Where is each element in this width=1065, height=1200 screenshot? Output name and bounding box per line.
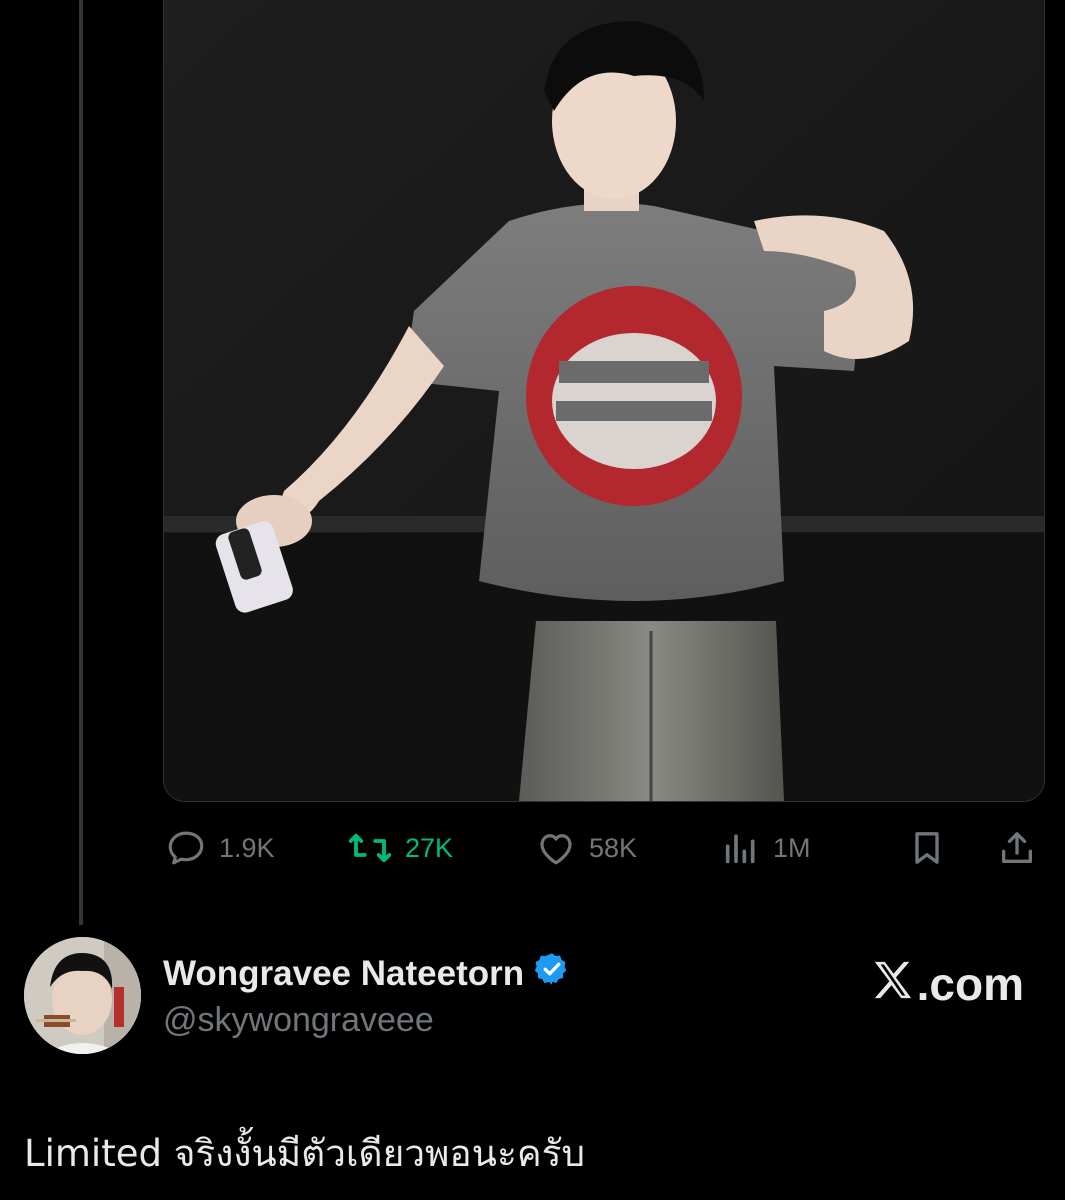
reply-button[interactable]: 1.9K bbox=[165, 822, 275, 874]
avatar[interactable] bbox=[24, 937, 141, 1054]
retweet-count: 27K bbox=[405, 832, 454, 863]
post-author: Wongravee Nateetorn @skywongraveee .com bbox=[24, 937, 1044, 1057]
views-button[interactable]: 1M bbox=[721, 822, 811, 874]
author-display-name: Wongravee Nateetorn bbox=[163, 953, 525, 993]
author-handle[interactable]: @skywongraveee bbox=[163, 1001, 434, 1040]
post-media-image[interactable] bbox=[163, 0, 1045, 802]
like-button[interactable]: 58K bbox=[535, 822, 637, 874]
x-brand-watermark: .com bbox=[871, 957, 1024, 1011]
share-button[interactable] bbox=[997, 822, 1037, 874]
like-count: 58K bbox=[589, 832, 638, 863]
post-action-bar: 1.9K 27K 58K 1M bbox=[163, 822, 1043, 874]
bookmark-icon bbox=[907, 827, 947, 869]
brand-label: .com bbox=[916, 958, 1024, 1010]
views-count: 1M bbox=[773, 832, 811, 863]
heart-icon bbox=[535, 827, 577, 869]
bookmark-button[interactable] bbox=[907, 822, 947, 874]
share-icon bbox=[997, 827, 1037, 869]
thread-line bbox=[79, 0, 83, 925]
retweet-button[interactable]: 27K bbox=[347, 822, 453, 874]
views-icon bbox=[721, 827, 761, 869]
author-display-name-row[interactable]: Wongravee Nateetorn bbox=[163, 951, 570, 996]
x-logo-icon bbox=[871, 957, 915, 1011]
retweet-icon bbox=[347, 827, 393, 869]
post-text: Limited จริงงั้นมีตัวเดียวพอนะครับ bbox=[24, 1132, 585, 1175]
verified-badge-icon bbox=[534, 951, 570, 996]
reply-count: 1.9K bbox=[219, 832, 275, 863]
reply-icon bbox=[165, 827, 207, 869]
